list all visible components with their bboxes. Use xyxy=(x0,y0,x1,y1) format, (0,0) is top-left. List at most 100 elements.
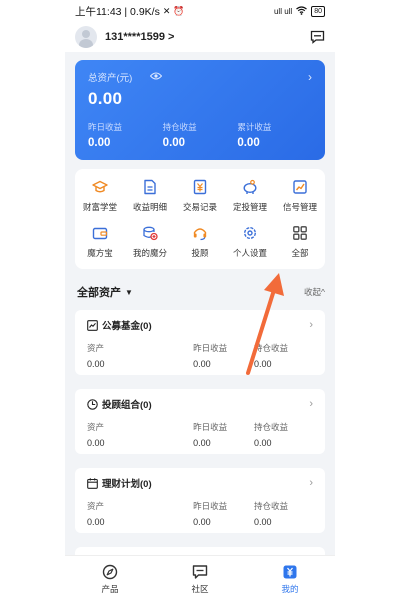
fund-card-advisory[interactable]: 投顾组合(0) › 资产 昨日收益 持仓收益 0.00 0.00 0.00 xyxy=(75,389,325,454)
username-link[interactable]: 131****1599 > xyxy=(105,31,174,43)
feature-personal-settings[interactable]: 个人设置 xyxy=(225,223,275,267)
fund-label: 昨日收益 xyxy=(193,501,228,511)
chevron-right-icon[interactable]: › xyxy=(309,319,313,331)
fund-label: 持仓收益 xyxy=(254,422,289,432)
graduation-cap-icon xyxy=(92,180,108,193)
feature-mofangbao[interactable]: 魔方宝 xyxy=(75,223,125,267)
feature-my-points[interactable]: 我的魔分 xyxy=(125,223,175,267)
fund-head: 投顾组合(0) › xyxy=(87,397,313,411)
fund-values: 0.00 0.00 0.00 xyxy=(87,438,313,448)
stat-label: 累计收益 xyxy=(237,122,272,132)
fund-title: 投顾组合(0) xyxy=(102,400,152,411)
status-left: 上午11:43 | 0.9K/s ✕ ⏰ xyxy=(75,4,185,19)
fund-value: 0.00 xyxy=(193,517,211,527)
nav-products[interactable]: 产品 xyxy=(65,556,155,600)
section-title[interactable]: 全部资产 xyxy=(77,284,121,300)
caret-down-icon[interactable]: ▼ xyxy=(125,288,133,297)
stat-label: 持仓收益 xyxy=(162,122,197,132)
feature-label: 财富学堂 xyxy=(82,202,117,212)
all-assets-header: 全部资产 ▼ 收起^ xyxy=(77,284,325,300)
feature-grid: 财富学堂 收益明细 交易记录 定投管理 信号管理 魔方宝 我的魔分 投顾 个人设… xyxy=(75,169,325,269)
trend-chart-icon xyxy=(87,319,98,331)
status-time: 上午11:43 | 0.9K/s xyxy=(75,5,160,18)
grid-icon xyxy=(293,226,307,240)
chevron-right-icon[interactable]: › xyxy=(308,70,312,84)
feature-signal-management[interactable]: 信号管理 xyxy=(275,177,325,221)
fund-head: 公募基金(0) › xyxy=(87,318,313,332)
fund-label: 昨日收益 xyxy=(193,422,228,432)
nav-label: 我的 xyxy=(281,584,299,594)
collapse-button[interactable]: 收起^ xyxy=(304,286,325,298)
alarm-icon: ⏰ xyxy=(173,5,185,16)
feature-advisor[interactable]: 投顾 xyxy=(175,223,225,267)
yuan-wallet-icon xyxy=(283,565,297,579)
stat-yesterday: 昨日收益 0.00 xyxy=(88,121,163,149)
feature-transactions[interactable]: 交易记录 xyxy=(175,177,225,221)
mute-icon: ✕ xyxy=(162,5,171,16)
pie-clock-icon xyxy=(87,398,98,410)
fund-value: 0.00 xyxy=(193,359,211,369)
fund-label: 持仓收益 xyxy=(254,343,289,353)
coins-icon xyxy=(143,226,158,241)
stat-value: 0.00 xyxy=(237,137,260,149)
feature-wealth-school[interactable]: 财富学堂 xyxy=(75,177,125,221)
feature-label: 定投管理 xyxy=(232,202,267,212)
feature-all[interactable]: 全部 xyxy=(275,223,325,267)
fund-label: 持仓收益 xyxy=(254,501,289,511)
assets-total: 0.00 xyxy=(88,89,123,108)
fund-labels: 资产 昨日收益 持仓收益 xyxy=(87,500,313,512)
feature-income-details[interactable]: 收益明细 xyxy=(125,177,175,221)
chevron-right-icon[interactable]: › xyxy=(309,477,313,489)
fund-card-public[interactable]: 公募基金(0) › 资产 昨日收益 持仓收益 0.00 0.00 0.00 xyxy=(75,310,325,375)
fund-values: 0.00 0.00 0.00 xyxy=(87,517,313,527)
fund-label: 资产 xyxy=(87,501,105,511)
bottom-nav: 产品 社区 我的 xyxy=(65,555,335,600)
assets-title: 总资产(元) xyxy=(88,73,133,84)
fund-labels: 资产 昨日收益 持仓收益 xyxy=(87,342,313,354)
document-icon xyxy=(144,179,156,195)
nav-community[interactable]: 社区 xyxy=(155,556,245,600)
eye-icon[interactable] xyxy=(150,72,163,83)
message-icon[interactable] xyxy=(309,29,325,45)
feature-label: 收益明细 xyxy=(132,202,167,212)
fund-value: 0.00 xyxy=(87,517,105,527)
fund-labels: 资产 昨日收益 持仓收益 xyxy=(87,421,313,433)
stat-cumulative: 累计收益 0.00 xyxy=(237,121,312,149)
status-right: ull ull 80 xyxy=(273,5,325,17)
gear-icon xyxy=(243,226,257,240)
fund-value: 0.00 xyxy=(87,438,105,448)
stat-holding: 持仓收益 0.00 xyxy=(163,121,238,149)
fund-head: 理财计划(0) › xyxy=(87,476,313,490)
stat-value: 0.00 xyxy=(88,137,111,149)
calendar-icon xyxy=(87,477,98,489)
piggy-bank-icon xyxy=(243,179,257,194)
fund-value: 0.00 xyxy=(254,517,272,527)
nav-label: 社区 xyxy=(191,584,209,594)
assets-stats: 昨日收益 0.00 持仓收益 0.00 累计收益 0.00 xyxy=(88,121,312,149)
feature-auto-invest[interactable]: 定投管理 xyxy=(225,177,275,221)
stat-value: 0.00 xyxy=(162,137,186,149)
feature-label: 魔方宝 xyxy=(87,248,113,258)
compass-icon xyxy=(102,564,118,580)
assets-title-row: 总资产(元) › xyxy=(88,70,312,84)
battery-icon: 80 xyxy=(311,5,325,17)
fund-label: 资产 xyxy=(87,422,105,432)
feature-label: 我的魔分 xyxy=(132,248,167,258)
fund-card-wealth-plan[interactable]: 理财计划(0) › 资产 昨日收益 持仓收益 0.00 0.00 0.00 xyxy=(75,468,325,533)
feature-label: 个人设置 xyxy=(232,248,267,258)
signal-icon: ull ull xyxy=(273,6,293,16)
fund-value: 0.00 xyxy=(193,438,211,448)
fund-label: 昨日收益 xyxy=(193,343,228,353)
feature-label: 信号管理 xyxy=(282,202,317,212)
nav-mine[interactable]: 我的 xyxy=(245,556,335,600)
stat-label: 昨日收益 xyxy=(88,122,123,132)
wifi-icon xyxy=(296,5,308,17)
avatar[interactable] xyxy=(75,26,97,48)
profile-header: 131****1599 > xyxy=(65,22,335,52)
chevron-right-icon[interactable]: › xyxy=(309,398,313,410)
total-assets-card[interactable]: 总资产(元) › 0.00 昨日收益 0.00 持仓收益 0.00 累计收益 0… xyxy=(75,60,325,160)
fund-values: 0.00 0.00 0.00 xyxy=(87,359,313,369)
status-bar: 上午11:43 | 0.9K/s ✕ ⏰ ull ull 80 xyxy=(65,0,335,22)
fund-value: 0.00 xyxy=(87,359,105,369)
nav-label: 产品 xyxy=(101,584,119,594)
